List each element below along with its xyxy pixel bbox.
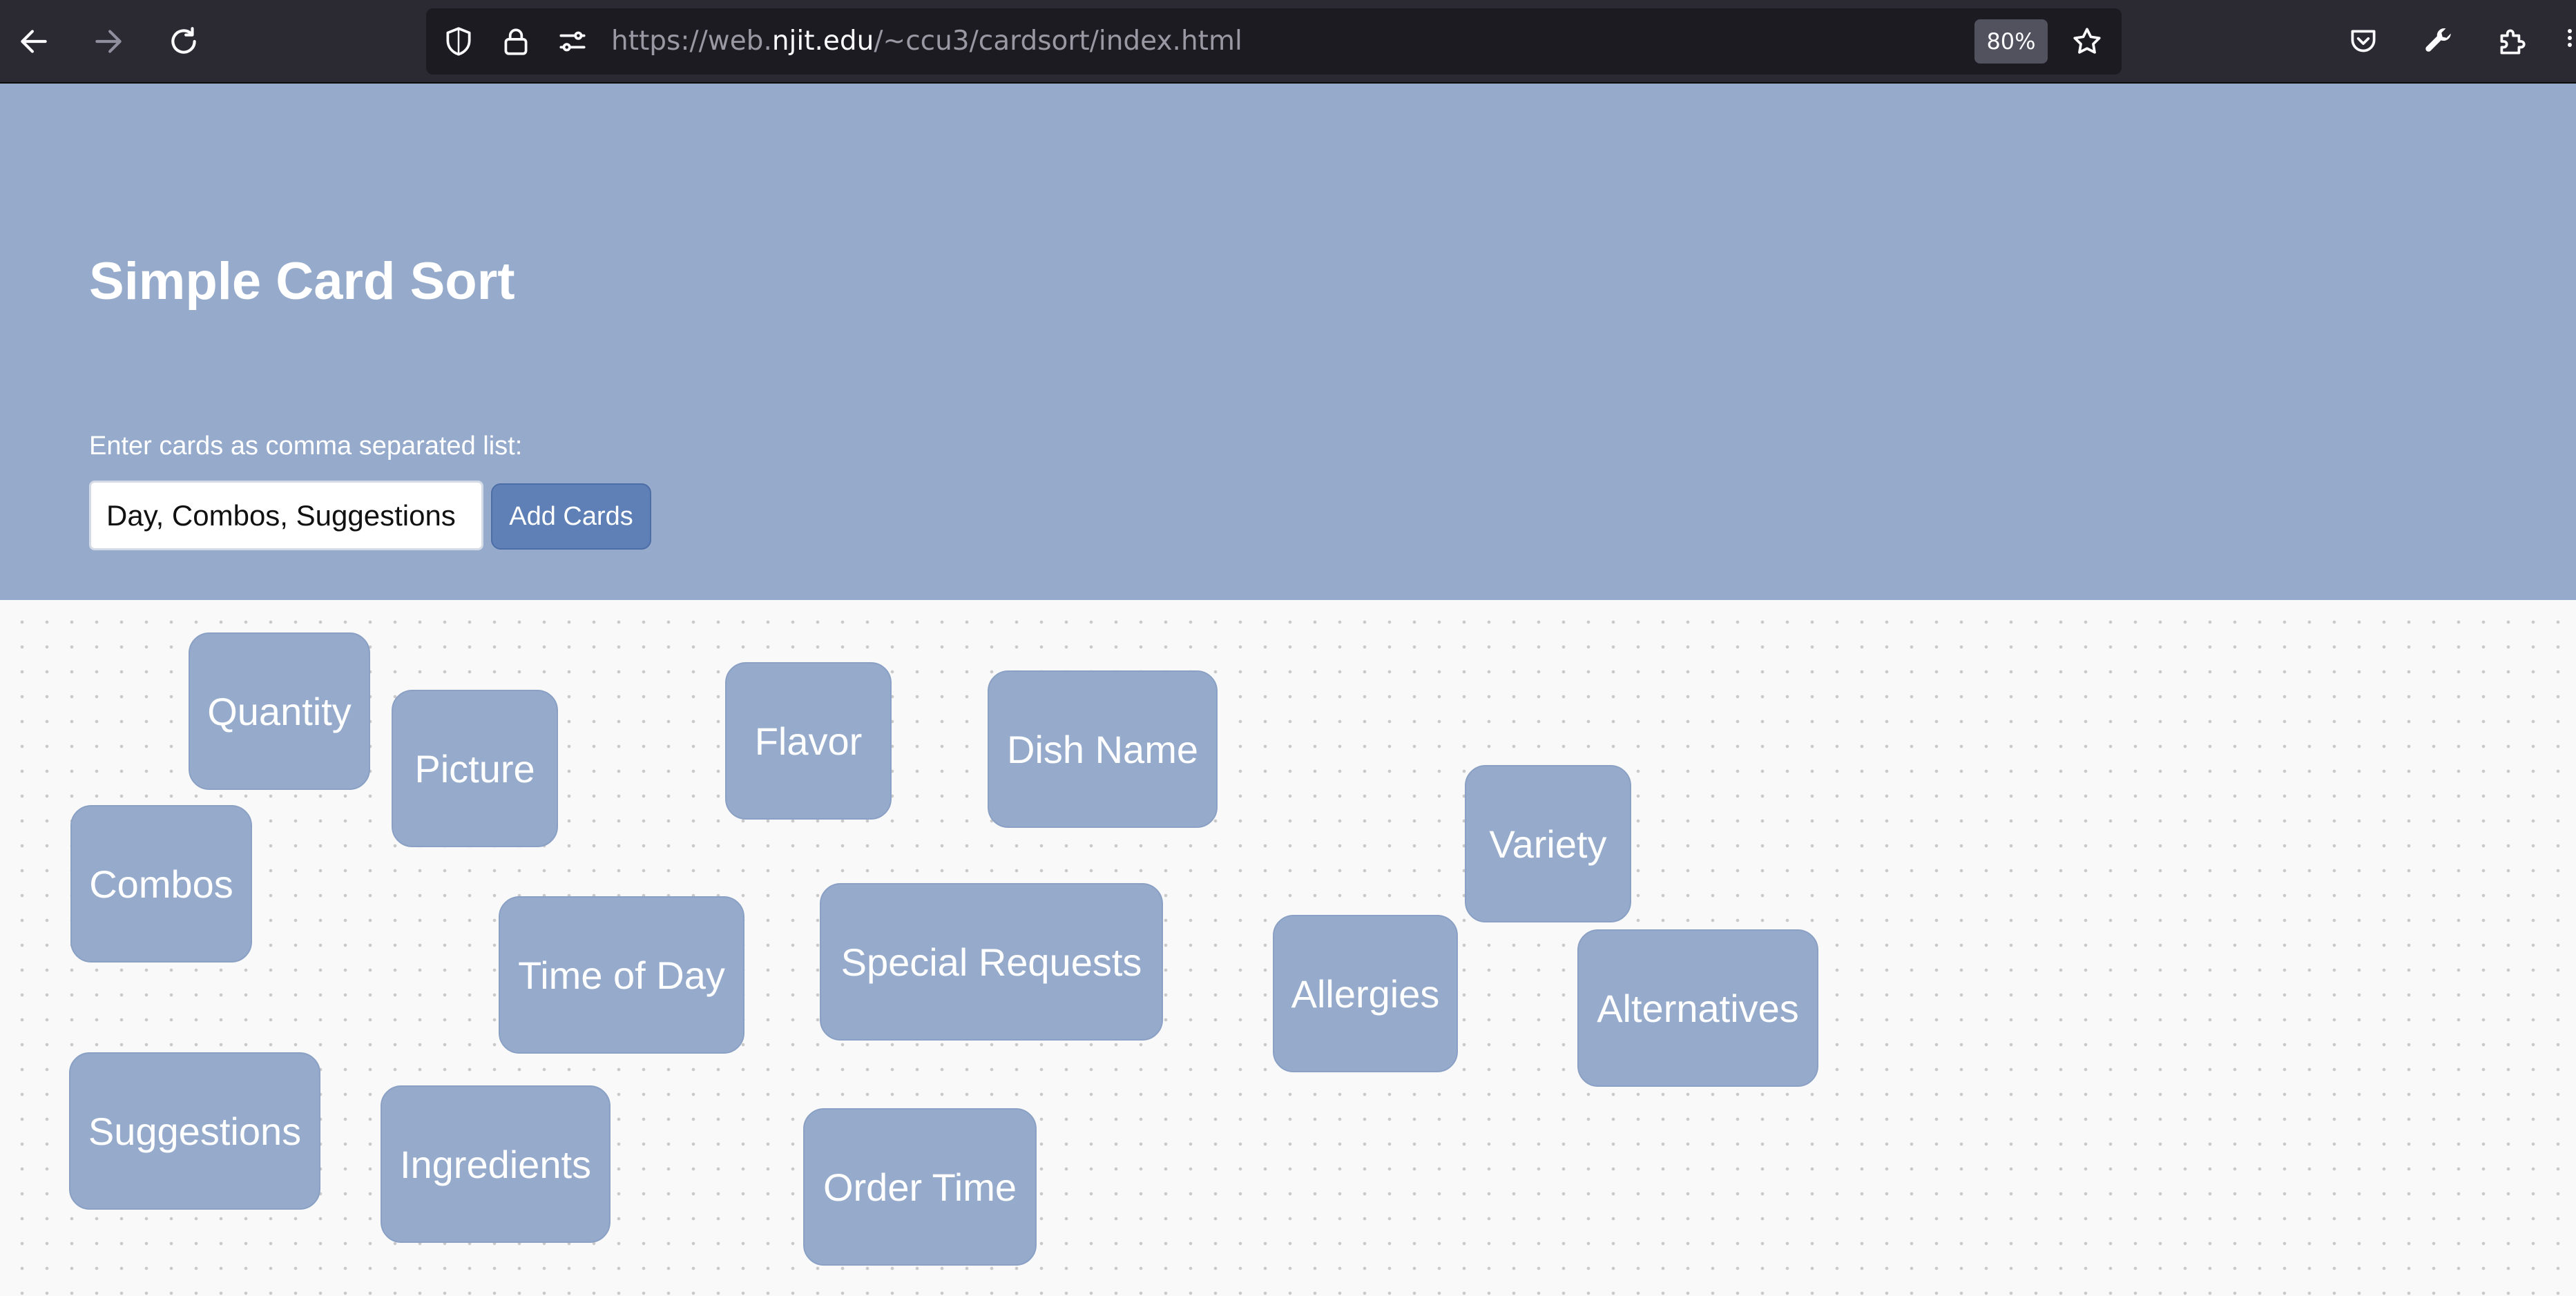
url-path: /~ccu3/cardsort/index.html	[874, 26, 1242, 57]
permissions-icon[interactable]	[555, 24, 590, 59]
url-domain: njit.edu	[771, 26, 874, 57]
card-list-input[interactable]	[89, 481, 483, 550]
page-title: Simple Card Sort	[89, 252, 515, 311]
card-alternatives[interactable]: Alternatives	[1577, 929, 1818, 1087]
back-button[interactable]	[9, 17, 59, 66]
card-allergies[interactable]: Allergies	[1273, 915, 1458, 1072]
extensions-button[interactable]	[2487, 17, 2537, 66]
url-prefix: https://web.	[611, 26, 772, 57]
puzzle-icon	[2500, 29, 2526, 55]
reload-icon	[171, 27, 196, 54]
card-variety[interactable]: Variety	[1465, 765, 1631, 922]
card-time-of-day[interactable]: Time of Day	[499, 896, 744, 1054]
pocket-button[interactable]	[2338, 17, 2388, 66]
card-ingredients[interactable]: Ingredients	[381, 1085, 611, 1243]
card-input-label: Enter cards as comma separated list:	[89, 432, 523, 461]
shield-icon[interactable]	[441, 24, 476, 59]
wrench-icon	[2425, 28, 2451, 52]
lock-icon[interactable]	[499, 24, 533, 59]
add-cards-button[interactable]: Add Cards	[491, 483, 651, 550]
card-dish-name[interactable]: Dish Name	[988, 670, 1218, 828]
star-icon[interactable]	[2070, 24, 2104, 59]
forward-button[interactable]	[84, 17, 133, 66]
card-special-requests[interactable]: Special Requests	[820, 883, 1163, 1041]
address-bar[interactable]: https://web.njit.edu/~ccu3/cardsort/inde…	[426, 8, 2122, 75]
overflow-menu-edge[interactable]	[2568, 26, 2575, 57]
card-suggestions[interactable]: Suggestions	[69, 1052, 320, 1210]
card-board: Quantity Picture Flavor Dish Name Combos…	[0, 600, 2576, 1296]
card-picture[interactable]: Picture	[392, 690, 558, 847]
card-quantity[interactable]: Quantity	[189, 632, 370, 790]
card-combos[interactable]: Combos	[70, 805, 252, 963]
card-order-time[interactable]: Order Time	[803, 1108, 1037, 1266]
card-flavor[interactable]: Flavor	[725, 662, 892, 820]
arrow-right-icon	[95, 30, 122, 53]
browser-toolbar: https://web.njit.edu/~ccu3/cardsort/inde…	[0, 0, 2576, 84]
arrow-left-icon	[21, 30, 47, 53]
reload-button[interactable]	[159, 17, 209, 66]
tools-button[interactable]	[2413, 17, 2463, 66]
zoom-level[interactable]: 80%	[1974, 19, 2048, 64]
page-header: Simple Card Sort Enter cards as comma se…	[0, 84, 2576, 600]
pocket-icon	[2351, 30, 2376, 52]
url-text[interactable]: https://web.njit.edu/~ccu3/cardsort/inde…	[611, 8, 1242, 75]
